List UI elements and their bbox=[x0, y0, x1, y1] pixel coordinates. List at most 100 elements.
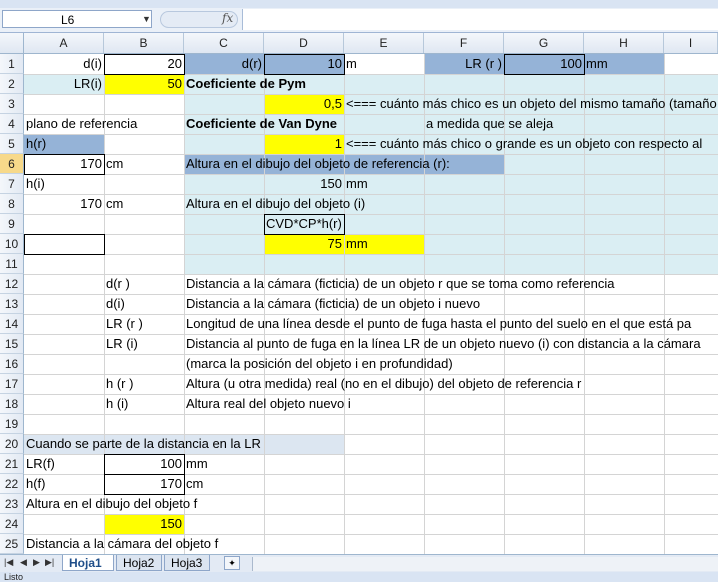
sheet-tab-hoja2[interactable]: Hoja2 bbox=[116, 555, 162, 571]
cell-d1[interactable]: 10 bbox=[264, 54, 344, 74]
first-sheet-icon[interactable]: |◀ bbox=[4, 557, 13, 568]
row-header-18[interactable]: 18 bbox=[0, 394, 24, 414]
chevron-down-icon[interactable]: ▼ bbox=[142, 14, 151, 24]
column-header-e[interactable]: E bbox=[344, 33, 424, 53]
horizontal-scrollbar[interactable] bbox=[252, 557, 718, 571]
cell-b22[interactable]: 170 bbox=[104, 474, 184, 494]
row-header-13[interactable]: 13 bbox=[0, 294, 24, 314]
cell-a5[interactable]: h(r) bbox=[24, 134, 48, 154]
cell-b15[interactable]: LR (i) bbox=[104, 334, 140, 354]
cell-d10[interactable]: 75 bbox=[264, 234, 344, 254]
row-header-17[interactable]: 17 bbox=[0, 374, 24, 394]
next-sheet-icon[interactable]: ▶ bbox=[33, 557, 40, 568]
row-header-2[interactable]: 2 bbox=[0, 74, 24, 94]
cell-b8[interactable]: cm bbox=[104, 194, 125, 214]
cell-c6[interactable]: Altura en el dibujo del objeto de refere… bbox=[184, 154, 452, 174]
column-header-f[interactable]: F bbox=[424, 33, 504, 53]
cell-e3[interactable]: <=== cuánto más chico es un objeto del m… bbox=[344, 94, 718, 114]
cell-e10[interactable]: mm bbox=[344, 234, 370, 254]
cell-a4[interactable]: plano de referencia bbox=[24, 114, 139, 134]
fx-icon[interactable]: fx bbox=[222, 11, 233, 25]
select-all-corner[interactable] bbox=[0, 33, 24, 53]
cell-a7[interactable]: h(i) bbox=[24, 174, 47, 194]
row-header-22[interactable]: 22 bbox=[0, 474, 24, 494]
cell-d7[interactable]: 150 bbox=[264, 174, 344, 194]
cell-c12[interactable]: Distancia a la cámara (ficticia) de un o… bbox=[184, 274, 616, 294]
cell-a20[interactable]: Cuando se parte de la distancia en la LR bbox=[24, 434, 263, 454]
cell-c15[interactable]: Distancia al punto de fuga en la línea L… bbox=[184, 334, 703, 354]
column-header-b[interactable]: B bbox=[104, 33, 184, 53]
cell-a1[interactable]: d(i) bbox=[24, 54, 104, 74]
row-header-1[interactable]: 1 bbox=[0, 54, 24, 74]
spreadsheet-grid[interactable]: 1 2 3 4 5 6 7 8 9 10 11 12 13 14 15 16 1… bbox=[0, 54, 718, 554]
cell-c8[interactable]: Altura en el dibujo del objeto (i) bbox=[184, 194, 367, 214]
row-header-14[interactable]: 14 bbox=[0, 314, 24, 334]
cell-c17[interactable]: Altura (u otra medida) real (no en el di… bbox=[184, 374, 583, 394]
row-header-21[interactable]: 21 bbox=[0, 454, 24, 474]
column-header-g[interactable]: G bbox=[504, 33, 584, 53]
cell-e1[interactable]: m bbox=[344, 54, 424, 74]
sheet-tab-hoja3[interactable]: Hoja3 bbox=[164, 555, 210, 571]
row-header-25[interactable]: 25 bbox=[0, 534, 24, 554]
row-header-11[interactable]: 11 bbox=[0, 254, 24, 274]
cell-d3[interactable]: 0,5 bbox=[264, 94, 344, 114]
cell-c18[interactable]: Altura real del objeto nuevo i bbox=[184, 394, 353, 414]
cell-b21[interactable]: 100 bbox=[104, 454, 184, 474]
cell-b18[interactable]: h (i) bbox=[104, 394, 130, 414]
cell-b6[interactable]: cm bbox=[104, 154, 125, 174]
row-header-23[interactable]: 23 bbox=[0, 494, 24, 514]
cell-c2[interactable]: Coeficiente de Pym bbox=[184, 74, 308, 94]
row-header-6[interactable]: 6 bbox=[0, 154, 24, 174]
row-header-24[interactable]: 24 bbox=[0, 514, 24, 534]
formula-input[interactable] bbox=[242, 9, 718, 30]
insert-sheet-icon[interactable]: ✦ bbox=[224, 556, 240, 570]
row-header-16[interactable]: 16 bbox=[0, 354, 24, 374]
cell-a21[interactable]: LR(f) bbox=[24, 454, 57, 474]
row-header-20[interactable]: 20 bbox=[0, 434, 24, 454]
sheet-tab-hoja1[interactable]: Hoja1 bbox=[62, 555, 114, 571]
row-header-15[interactable]: 15 bbox=[0, 334, 24, 354]
cell-d9[interactable]: CVD*CP*h(r) bbox=[264, 214, 344, 234]
cell-b1[interactable]: 20 bbox=[104, 54, 184, 74]
cell-c1[interactable]: d(r) bbox=[184, 54, 264, 74]
row-header-10[interactable]: 10 bbox=[0, 234, 24, 254]
cell-e7[interactable]: mm bbox=[344, 174, 370, 194]
cell-h1[interactable]: mm bbox=[584, 54, 664, 74]
cell-g1[interactable]: 100 bbox=[504, 54, 584, 74]
cell-c21[interactable]: mm bbox=[184, 454, 210, 474]
column-header-i[interactable]: I bbox=[664, 33, 718, 53]
row-header-19[interactable]: 19 bbox=[0, 414, 24, 434]
cell-a22[interactable]: h(f) bbox=[24, 474, 48, 494]
prev-sheet-icon[interactable]: ◀ bbox=[20, 557, 27, 568]
cell-b14[interactable]: LR (r ) bbox=[104, 314, 145, 334]
cell-a25[interactable]: Distancia a la cámara del objeto f bbox=[24, 534, 220, 554]
row-header-9[interactable]: 9 bbox=[0, 214, 24, 234]
cell-b12[interactable]: d(r ) bbox=[104, 274, 132, 294]
input-cell-a8[interactable] bbox=[24, 234, 105, 255]
cell-a6[interactable]: 170 bbox=[24, 154, 104, 174]
last-sheet-icon[interactable]: ▶| bbox=[45, 557, 54, 568]
cell-a8[interactable]: 170 bbox=[24, 194, 104, 214]
row-header-7[interactable]: 7 bbox=[0, 174, 24, 194]
row-header-8[interactable]: 8 bbox=[0, 194, 24, 214]
column-header-a[interactable]: A bbox=[24, 33, 104, 53]
cell-c13[interactable]: Distancia a la cámara (ficticia) de un o… bbox=[184, 294, 482, 314]
cell-c14[interactable]: Longitud de una línea desde el punto de … bbox=[184, 314, 693, 334]
cell-b17[interactable]: h (r ) bbox=[104, 374, 135, 394]
cell-e5[interactable]: <=== cuánto más chico o grande es un obj… bbox=[344, 134, 704, 154]
column-header-h[interactable]: H bbox=[584, 33, 664, 53]
cell-f1[interactable]: LR (r ) bbox=[424, 54, 504, 74]
cell-a2[interactable]: LR(i) bbox=[24, 74, 104, 94]
column-header-c[interactable]: C bbox=[184, 33, 264, 53]
cell-b13[interactable]: d(i) bbox=[104, 294, 127, 314]
column-header-d[interactable]: D bbox=[264, 33, 344, 53]
cell-f4[interactable]: a medida que se aleja bbox=[424, 114, 555, 134]
row-header-4[interactable]: 4 bbox=[0, 114, 24, 134]
cell-b24[interactable]: 150 bbox=[104, 514, 184, 534]
row-header-5[interactable]: 5 bbox=[0, 134, 24, 154]
name-box[interactable]: L6 bbox=[2, 10, 152, 28]
cell-c22[interactable]: cm bbox=[184, 474, 205, 494]
row-header-12[interactable]: 12 bbox=[0, 274, 24, 294]
cell-b2[interactable]: 50 bbox=[104, 74, 184, 94]
cell-c4[interactable]: Coeficiente de Van Dyne bbox=[184, 114, 339, 134]
